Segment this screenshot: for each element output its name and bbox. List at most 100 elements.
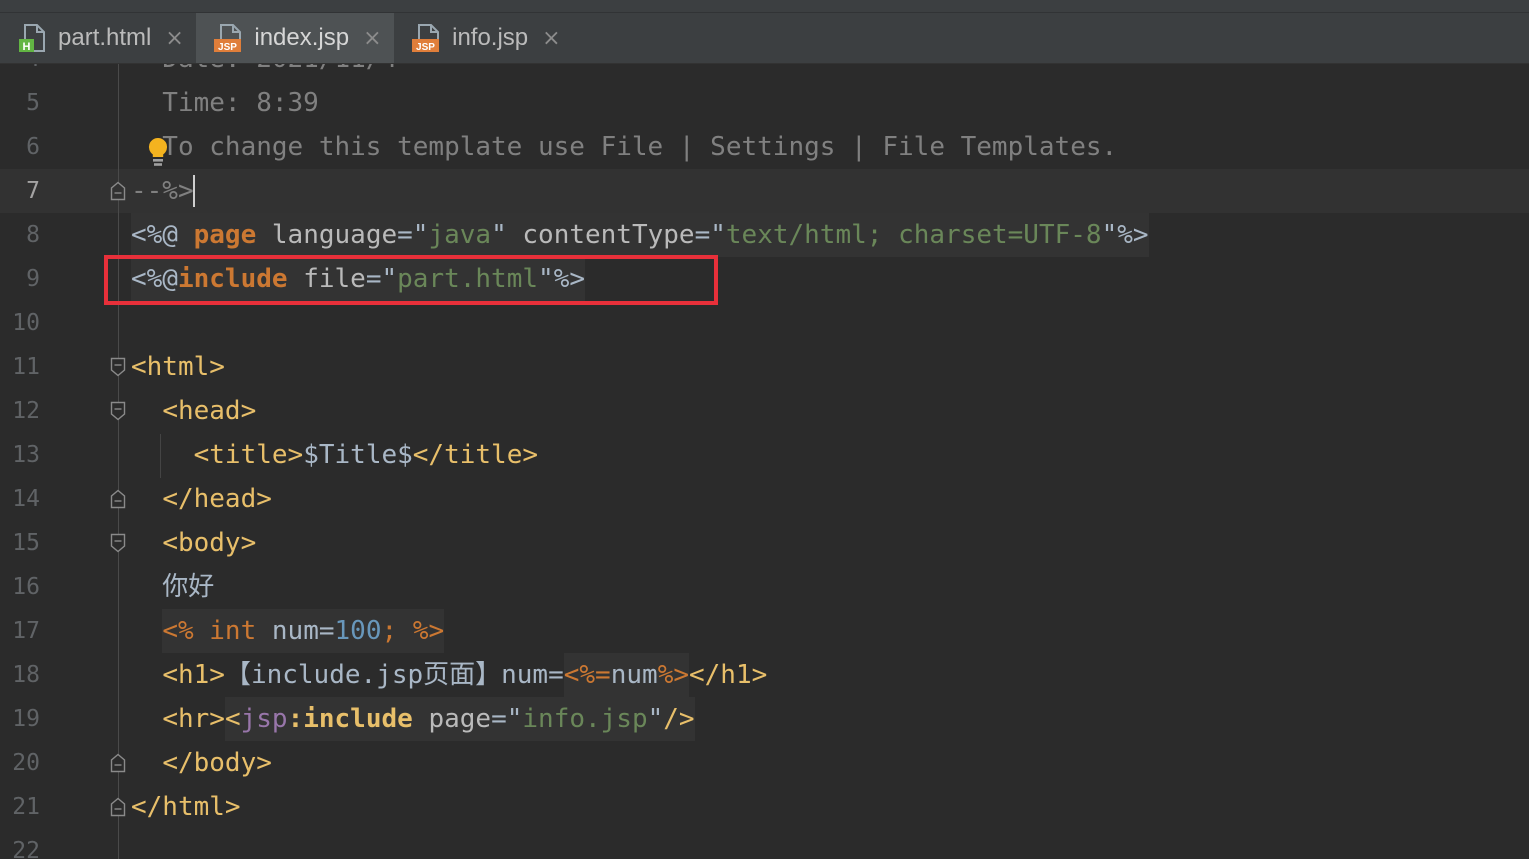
text-token: 你好 [131, 572, 215, 602]
tag-token: <title> [193, 440, 304, 470]
attribute-token: page [412, 697, 492, 741]
code-line[interactable]: 16 你好 [0, 565, 1529, 609]
tag-token: </h1> [689, 660, 768, 690]
line-number: 12 [12, 398, 40, 424]
code-line[interactable]: 11 <html> [0, 345, 1529, 389]
code-line[interactable]: 8 <%@ page language="java" contentType="t… [0, 213, 1529, 257]
jsp-file-icon: JSP [412, 24, 440, 53]
line-number: 10 [12, 310, 40, 336]
code-line[interactable]: 13 <title>$Title$</title> [0, 433, 1529, 477]
code-text[interactable]: <head> [131, 389, 256, 433]
tag-token: </html> [131, 792, 241, 822]
text-caret [193, 175, 195, 207]
code-text[interactable]: --%> [131, 169, 194, 213]
code-text[interactable]: <% int num=100; %> [131, 609, 445, 653]
code-text[interactable]: <html> [131, 345, 225, 389]
html-file-icon: H [19, 24, 45, 53]
code-line[interactable]: 15 <body> [0, 521, 1529, 565]
line-number: 7 [26, 178, 40, 204]
line-number: 18 [12, 662, 40, 688]
line-number: 6 [26, 134, 40, 160]
editor-tab-bar: H part.html × JSP index.jsp × JSP info.j… [0, 0, 1529, 64]
code-line[interactable]: 14 </head> [0, 477, 1529, 521]
line-number: 17 [12, 618, 40, 644]
text-token: " [1101, 213, 1118, 257]
tag-token: /> [663, 697, 695, 741]
code-text[interactable]: <%@ page language="java" contentType="te… [131, 213, 1149, 257]
ide-window: 4 Date: 2021/11/45 Time: 8:396 To change… [0, 0, 1529, 859]
tag-token: </body> [162, 748, 272, 778]
code-line[interactable]: 18 <h1>【include.jsp页面】num=<%=num%></h1> [0, 653, 1529, 697]
code-line[interactable]: 17 <% int num=100; %> [0, 609, 1529, 653]
fold-start-icon[interactable] [110, 533, 126, 553]
code-text[interactable]: <hr><jsp:include page="info.jsp"/> [131, 697, 695, 741]
tag-token: </head> [162, 484, 272, 514]
tag-token: <html> [131, 352, 225, 382]
code-line[interactable]: 10 [0, 301, 1529, 345]
text-token [397, 609, 413, 653]
tag-token: <hr> [162, 704, 225, 734]
code-text[interactable]: Time: 8:39 [131, 81, 319, 125]
string-token: info.jsp [522, 697, 648, 741]
code-text[interactable]: To change this template use File | Setti… [131, 125, 1117, 169]
text-token: " [506, 697, 523, 741]
number-token: 100 [334, 609, 382, 653]
code-text[interactable]: </body> [131, 741, 272, 785]
fold-end-icon[interactable] [110, 797, 126, 817]
tag-bold-token: :include [287, 697, 413, 741]
editor-tabs: H part.html × JSP index.jsp × JSP info.j… [0, 13, 573, 63]
tab-index-jsp[interactable]: JSP index.jsp × [196, 13, 395, 63]
code-text[interactable]: <title>$Title$</title> [131, 433, 538, 477]
fold-start-icon[interactable] [110, 401, 126, 421]
comment-token: To change this template use File | Setti… [131, 132, 1118, 162]
comment-token: --%> [131, 176, 194, 206]
text-token: %> [1117, 213, 1149, 257]
keyword-token: int [209, 609, 257, 653]
text-token: " [412, 213, 429, 257]
file-type-badge: JSP [218, 42, 237, 53]
comment-token: Time: 8:39 [131, 88, 319, 118]
code-editor[interactable]: 4 Date: 2021/11/45 Time: 8:396 To change… [0, 0, 1529, 859]
text-token: = [397, 213, 413, 257]
tab-part-html[interactable]: H part.html × [0, 13, 196, 63]
tab-label: index.jsp [254, 24, 350, 51]
code-line[interactable]: 5 Time: 8:39 [0, 81, 1529, 125]
close-icon[interactable]: × [542, 26, 560, 51]
file-type-badge: JSP [416, 42, 435, 53]
code-text[interactable]: </html> [131, 785, 241, 829]
fold-end-icon[interactable] [110, 181, 126, 201]
line-number: 21 [12, 794, 40, 820]
keyword-token: <%= [563, 653, 611, 697]
namespace-token: jsp [240, 697, 288, 741]
code-line[interactable]: 19 <hr><jsp:include page="info.jsp"/> [0, 697, 1529, 741]
lightbulb-icon[interactable] [146, 136, 170, 168]
close-icon[interactable]: × [363, 26, 381, 51]
close-icon[interactable]: × [165, 26, 183, 51]
code-line[interactable]: 6 To change this template use File | Set… [0, 125, 1529, 169]
code-line[interactable]: 7 --%> [0, 169, 1529, 213]
text-token: = [491, 697, 507, 741]
jsp-file-icon: JSP [214, 24, 242, 53]
code-text[interactable]: <h1>【include.jsp页面】num=<%=num%></h1> [131, 653, 767, 697]
code-line[interactable]: 12 <head> [0, 389, 1529, 433]
code-text[interactable]: </head> [131, 477, 272, 521]
fold-end-icon[interactable] [110, 489, 126, 509]
tab-info-jsp[interactable]: JSP info.jsp × [394, 13, 573, 63]
fold-start-icon[interactable] [110, 357, 126, 377]
fold-end-icon[interactable] [110, 753, 126, 773]
code-line[interactable]: 20 </body> [0, 741, 1529, 785]
code-text[interactable]: <body> [131, 521, 256, 565]
keyword-token: %> [657, 653, 689, 697]
red-highlight-box [104, 255, 718, 305]
line-number: 16 [12, 574, 40, 600]
text-token: num [256, 609, 319, 653]
keyword-token: <% [162, 609, 194, 653]
code-text[interactable]: 你好 [131, 565, 214, 609]
code-line[interactable]: 22 [0, 829, 1529, 859]
code-line[interactable]: 21 </html> [0, 785, 1529, 829]
